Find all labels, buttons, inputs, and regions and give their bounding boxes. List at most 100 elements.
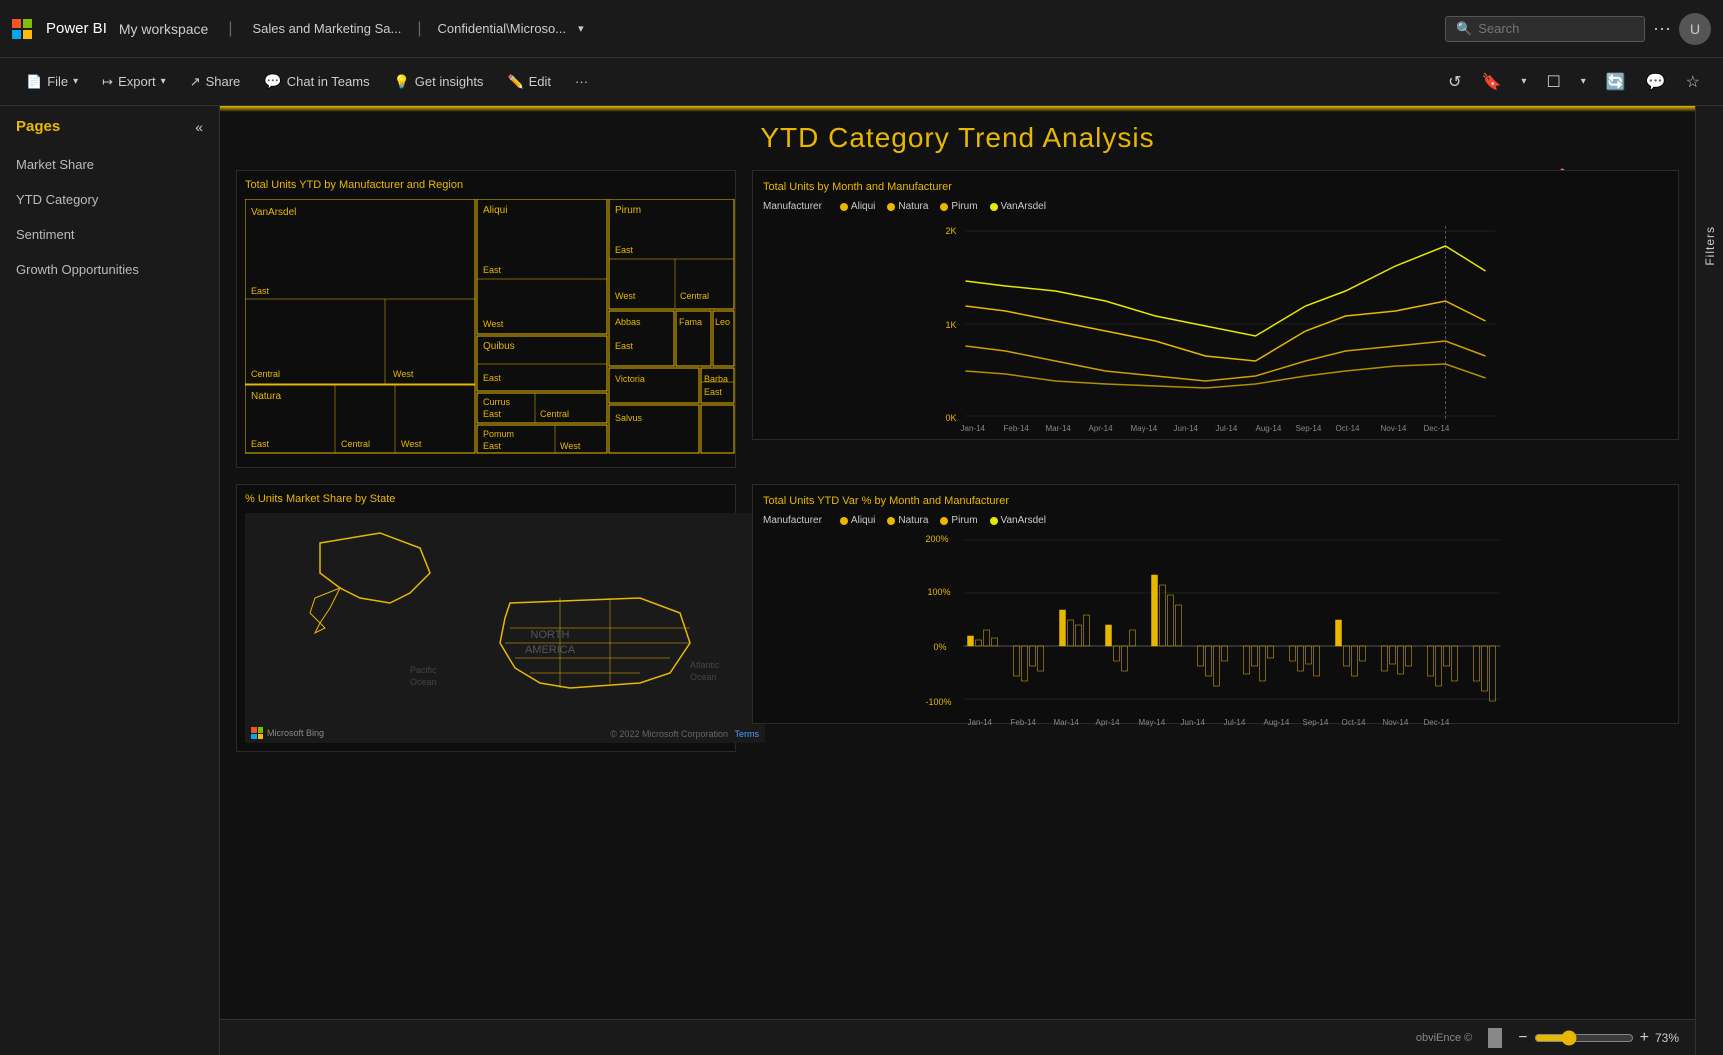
treemap-chart: Total Units YTD by Manufacturer and Regi… xyxy=(236,170,736,468)
more-toolbar-button[interactable]: ··· xyxy=(565,68,598,95)
svg-text:Dec-14: Dec-14 xyxy=(1424,718,1450,727)
svg-text:East: East xyxy=(483,409,502,419)
search-input[interactable] xyxy=(1478,21,1618,36)
line-chart-svg: 2K 1K 0K xyxy=(763,216,1668,436)
refresh-button[interactable]: 🔄 xyxy=(1599,67,1633,97)
sidebar: Pages « Market Share YTD Category Sentim… xyxy=(0,106,220,1055)
sidebar-item-market-share[interactable]: Market Share xyxy=(0,147,219,182)
map-svg: NORTH AMERICA Pacific Ocean Atlantic Oce… xyxy=(245,513,765,743)
svg-text:East: East xyxy=(483,441,502,451)
insights-label: Get insights xyxy=(415,74,484,89)
svg-text:Jun-14: Jun-14 xyxy=(1174,424,1199,433)
svg-text:Pacific: Pacific xyxy=(410,665,437,675)
legend-name: VanArsdel xyxy=(1001,201,1046,212)
main-canvas: YTD Category Trend Analysis 📌 ⧉ ≡ ⛶ ··· … xyxy=(220,106,1695,1055)
svg-text:West: West xyxy=(615,291,636,301)
share-button[interactable]: ↗ Share xyxy=(180,68,251,96)
svg-text:Jul-14: Jul-14 xyxy=(1224,718,1246,727)
legend-name: Natura xyxy=(898,201,928,212)
chat-button[interactable]: 💬 Chat in Teams xyxy=(254,67,379,96)
legend-name2: Aliqui xyxy=(851,515,875,526)
legend-vanarsdel: VanArsdel xyxy=(990,201,1046,212)
svg-text:Pirum: Pirum xyxy=(615,205,641,216)
map-visual: NORTH AMERICA Pacific Ocean Atlantic Oce… xyxy=(245,513,765,743)
legend-pirum: Pirum xyxy=(940,201,977,212)
svg-text:Jan-14: Jan-14 xyxy=(968,718,993,727)
svg-text:East: East xyxy=(483,373,502,383)
chevron-frame[interactable]: ▾ xyxy=(1574,71,1593,92)
canvas-wrapper: YTD Category Trend Analysis 📌 ⧉ ≡ ⛶ ··· … xyxy=(220,112,1695,1025)
share-label: Share xyxy=(206,74,241,89)
avatar[interactable]: U xyxy=(1679,13,1711,45)
sidebar-item-growth[interactable]: Growth Opportunities xyxy=(0,252,219,287)
svg-text:Salvus: Salvus xyxy=(615,413,643,423)
bookmark-button[interactable]: 🔖 xyxy=(1474,67,1508,97)
sidebar-collapse-button[interactable]: « xyxy=(195,119,203,135)
file-button[interactable]: 📄 File ▾ xyxy=(16,68,88,96)
svg-text:-100%: -100% xyxy=(926,697,952,707)
legend-vanarsdel2: VanArsdel xyxy=(990,515,1046,526)
manufacturer-label: Manufacturer xyxy=(763,201,822,212)
svg-text:Jun-14: Jun-14 xyxy=(1181,718,1206,727)
legend-dot xyxy=(990,203,998,211)
svg-text:East: East xyxy=(615,245,634,255)
workspace-label[interactable]: My workspace xyxy=(119,21,208,37)
edit-icon: ✏️ xyxy=(507,74,523,90)
filters-panel[interactable]: Filters xyxy=(1695,106,1723,1055)
legend-dot3 xyxy=(887,517,895,525)
star-button[interactable]: ☆ xyxy=(1679,67,1707,97)
file-label: File xyxy=(47,74,68,89)
undo-button[interactable]: ↺ xyxy=(1441,67,1468,97)
top-charts-row: Total Units YTD by Manufacturer and Regi… xyxy=(236,170,1679,468)
svg-text:Abbas: Abbas xyxy=(615,317,641,327)
file-icon: 📄 xyxy=(26,74,42,90)
sidebar-item-sentiment[interactable]: Sentiment xyxy=(0,217,219,252)
svg-text:Ocean: Ocean xyxy=(690,672,717,682)
filters-label: Filters xyxy=(1703,226,1717,266)
avatar-label: U xyxy=(1690,21,1700,37)
bottom-charts-row: % Units Market Share by State xyxy=(236,484,1679,752)
frame-button[interactable]: ☐ xyxy=(1539,67,1567,97)
sidebar-header: Pages « xyxy=(0,118,219,147)
bar-chart: Total Units YTD Var % by Month and Manuf… xyxy=(752,484,1679,724)
report-title-label: Sales and Marketing Sa... xyxy=(252,21,401,36)
svg-text:Sep-14: Sep-14 xyxy=(1296,424,1322,433)
svg-text:Oct-14: Oct-14 xyxy=(1336,424,1361,433)
chevron-down-icon2: ▾ xyxy=(161,76,166,87)
teams-icon: 💬 xyxy=(264,73,281,90)
svg-text:Feb-14: Feb-14 xyxy=(1011,718,1037,727)
more-options-icon[interactable]: ··· xyxy=(1653,18,1671,39)
chevron-down-bookmark[interactable]: ▾ xyxy=(1514,71,1533,92)
manufacturer-label2: Manufacturer xyxy=(763,515,822,526)
svg-text:Aug-14: Aug-14 xyxy=(1256,424,1282,433)
svg-text:Oct-14: Oct-14 xyxy=(1342,718,1367,727)
edit-button[interactable]: ✏️ Edit xyxy=(497,68,561,96)
sidebar-item-ytd-category[interactable]: YTD Category xyxy=(0,182,219,217)
svg-text:2K: 2K xyxy=(946,226,957,236)
svg-text:Currus: Currus xyxy=(483,397,511,407)
legend-aliqui: Aliqui xyxy=(840,201,875,212)
search-box[interactable]: 🔍 xyxy=(1445,16,1645,42)
sidebar-title: Pages xyxy=(16,118,60,135)
sidebar-item-label: Growth Opportunities xyxy=(16,262,139,277)
svg-text:Nov-14: Nov-14 xyxy=(1381,424,1407,433)
svg-text:Nov-14: Nov-14 xyxy=(1383,718,1409,727)
terms-link[interactable]: Terms xyxy=(735,729,760,739)
legend-natura: Natura xyxy=(887,201,928,212)
legend-dot xyxy=(887,203,895,211)
more-toolbar-icon: ··· xyxy=(575,74,588,89)
topbar-separator: | xyxy=(228,20,232,38)
svg-text:Ocean: Ocean xyxy=(410,677,437,687)
export-button[interactable]: ↦ Export ▾ xyxy=(92,68,176,96)
svg-text:Aliqui: Aliqui xyxy=(483,205,507,216)
chevron-down-icon[interactable]: ▾ xyxy=(578,22,584,35)
legend-dot xyxy=(840,203,848,211)
svg-text:Apr-14: Apr-14 xyxy=(1089,424,1114,433)
svg-text:Mar-14: Mar-14 xyxy=(1054,718,1080,727)
layout: Pages « Market Share YTD Category Sentim… xyxy=(0,106,1723,1055)
svg-text:Pomum: Pomum xyxy=(483,429,514,439)
insights-button[interactable]: 💡 Get insights xyxy=(384,68,494,96)
comment-button[interactable]: 💬 xyxy=(1639,67,1673,97)
chevron-down-icon: ▾ xyxy=(73,76,78,87)
legend-aliqui2: Aliqui xyxy=(840,515,875,526)
